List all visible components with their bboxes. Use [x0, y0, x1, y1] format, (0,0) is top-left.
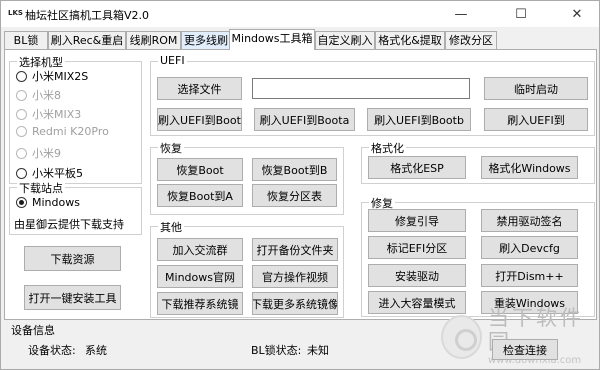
- radio-icon: [16, 126, 27, 137]
- flash-devcfg-button[interactable]: 刷入Devcfg: [481, 236, 578, 259]
- model-option-label: 小米MIX3: [32, 108, 82, 121]
- device-info-heading: 设备信息: [11, 324, 55, 337]
- tab-bl-lock[interactable]: BL锁: [4, 31, 48, 50]
- uefi-legend: UEFI: [158, 54, 187, 67]
- uefi-group: UEFI 选择文件 临时启动 刷入UEFI到Boot 刷入UEFI到Boota …: [150, 54, 595, 136]
- minimize-button[interactable]: —: [441, 1, 481, 27]
- restore-group: 恢复 恢复Boot 恢复Boot到B 恢复Boot到A 恢复分区表: [150, 140, 344, 215]
- device-state-label: 设备状态:: [28, 344, 76, 357]
- restore-boot-to-b-button[interactable]: 恢复Boot到B: [252, 158, 337, 181]
- device-state-value: 系统: [85, 344, 107, 357]
- title-bar: LKS 柚坛社区搞机工具箱V2.0 — ☐ ✕: [1, 1, 599, 27]
- restore-partition-table-button[interactable]: 恢复分区表: [252, 184, 337, 207]
- model-option-label: 小米平板5: [32, 167, 83, 180]
- radio-icon: [16, 108, 27, 120]
- repair-group: 修复 修复引导 禁用驱动签名 标记EFI分区 刷入Devcfg 安装驱动 打开D…: [361, 195, 595, 317]
- disable-driver-signature-button[interactable]: 禁用驱动签名: [481, 209, 578, 232]
- window-title: 柚坛社区搞机工具箱V2.0: [25, 9, 150, 22]
- format-windows-button[interactable]: 格式化Windows: [481, 156, 578, 179]
- radio-icon: [16, 70, 27, 82]
- radio-icon: [16, 147, 27, 159]
- open-installer-button[interactable]: 打开一键安装工具: [24, 285, 121, 310]
- tab-more-flash[interactable]: 更多线刷: [181, 31, 231, 50]
- download-site-group: 下载站点 Mindows 由星御云提供下载支持: [9, 180, 142, 235]
- bl-lock-state-label: BL锁状态:: [251, 344, 302, 357]
- download-site-label: Mindows: [32, 196, 80, 209]
- flash-uefi-to-button[interactable]: 刷入UEFI到: [484, 108, 588, 131]
- format-esp-button[interactable]: 格式化ESP: [368, 156, 466, 179]
- radio-checked-icon: [16, 197, 27, 208]
- model-option-mi9: 小米9: [16, 145, 61, 161]
- tab-flash-rom[interactable]: 线刷ROM: [126, 31, 181, 50]
- tab-modify-partition[interactable]: 修改分区: [445, 31, 497, 50]
- model-option-k20pro: Redmi K20Pro: [16, 125, 109, 138]
- download-site-legend: 下载站点: [17, 180, 65, 196]
- format-legend: 格式化: [369, 140, 406, 156]
- model-option-pad5[interactable]: 小米平板5: [16, 165, 83, 181]
- official-video-button[interactable]: 官方操作视频: [252, 265, 338, 288]
- open-dism-button[interactable]: 打开Dism++: [481, 264, 578, 287]
- mindows-site-button[interactable]: Mindows官网: [157, 265, 243, 288]
- mark-efi-partition-button[interactable]: 标记EFI分区: [368, 236, 466, 259]
- choose-file-button[interactable]: 选择文件: [157, 77, 242, 100]
- model-select-group: 选择机型 小米MIX2S 小米8 小米MIX3 Redmi K20Pro 小米9: [9, 54, 142, 184]
- repair-bootloader-button[interactable]: 修复引导: [368, 209, 466, 232]
- tab-flash-rec-reboot[interactable]: 刷入Rec&重启: [48, 31, 126, 50]
- close-button[interactable]: ✕: [557, 1, 597, 27]
- model-option-mi8: 小米8: [16, 87, 61, 103]
- open-backup-folder-button[interactable]: 打开备份文件夹: [252, 238, 338, 261]
- maximize-button[interactable]: ☐: [501, 1, 541, 27]
- download-resources-button[interactable]: 下载资源: [24, 246, 121, 271]
- other-group: 其他 加入交流群 打开备份文件夹 Mindows官网 官方操作视频 下载推荐系统…: [150, 219, 344, 318]
- app-window: LKS 柚坛社区搞机工具箱V2.0 — ☐ ✕ BL锁 刷入Rec&重启 线刷R…: [0, 0, 600, 370]
- tab-bar: BL锁 刷入Rec&重启 线刷ROM 更多线刷 Mindows工具箱 自定义刷入…: [4, 29, 596, 50]
- model-option-label: 小米8: [32, 89, 61, 102]
- restore-legend: 恢复: [158, 140, 184, 156]
- format-group: 格式化 格式化ESP 格式化Windows: [361, 140, 595, 184]
- tab-format-extract[interactable]: 格式化&提取: [375, 31, 445, 50]
- tab-content-panel: 选择机型 小米MIX2S 小米8 小米MIX3 Redmi K20Pro 小米9: [4, 49, 597, 320]
- model-option-label: Redmi K20Pro: [32, 125, 109, 138]
- join-group-button[interactable]: 加入交流群: [157, 238, 243, 261]
- download-more-images-button[interactable]: 下载更多系统镜像: [252, 292, 338, 315]
- flash-uefi-boota-button[interactable]: 刷入UEFI到Boota: [254, 108, 355, 131]
- bl-lock-state-value: 未知: [307, 344, 329, 357]
- other-legend: 其他: [158, 219, 184, 235]
- restore-boot-to-a-button[interactable]: 恢复Boot到A: [157, 184, 243, 207]
- radio-icon: [16, 167, 27, 179]
- install-driver-button[interactable]: 安装驱动: [368, 264, 466, 287]
- app-logo-icon: LKS: [8, 9, 23, 17]
- radio-icon: [16, 89, 27, 101]
- model-option-label: 小米9: [32, 147, 61, 160]
- download-support-note: 由星御云提供下载支持: [14, 218, 124, 231]
- model-option-mix3: 小米MIX3: [16, 106, 81, 122]
- restore-boot-button[interactable]: 恢复Boot: [157, 158, 243, 181]
- download-recommended-image-button[interactable]: 下载推荐系统镜: [157, 292, 243, 315]
- watermark-logo-icon: [441, 315, 482, 359]
- flash-uefi-boot-button[interactable]: 刷入UEFI到Boot: [157, 108, 242, 131]
- tab-mindows-toolbox[interactable]: Mindows工具箱: [229, 29, 315, 50]
- model-option-mix2s[interactable]: 小米MIX2S: [16, 68, 88, 84]
- tab-custom-flash[interactable]: 自定义刷入: [315, 31, 375, 50]
- check-connection-button[interactable]: 检查连接: [492, 339, 558, 360]
- download-site-mindows[interactable]: Mindows: [16, 196, 80, 209]
- uefi-file-path-input[interactable]: [252, 78, 470, 99]
- flash-uefi-bootb-button[interactable]: 刷入UEFI到Bootb: [367, 108, 471, 131]
- temp-boot-button[interactable]: 临时启动: [484, 77, 588, 100]
- model-option-label: 小米MIX2S: [32, 70, 89, 83]
